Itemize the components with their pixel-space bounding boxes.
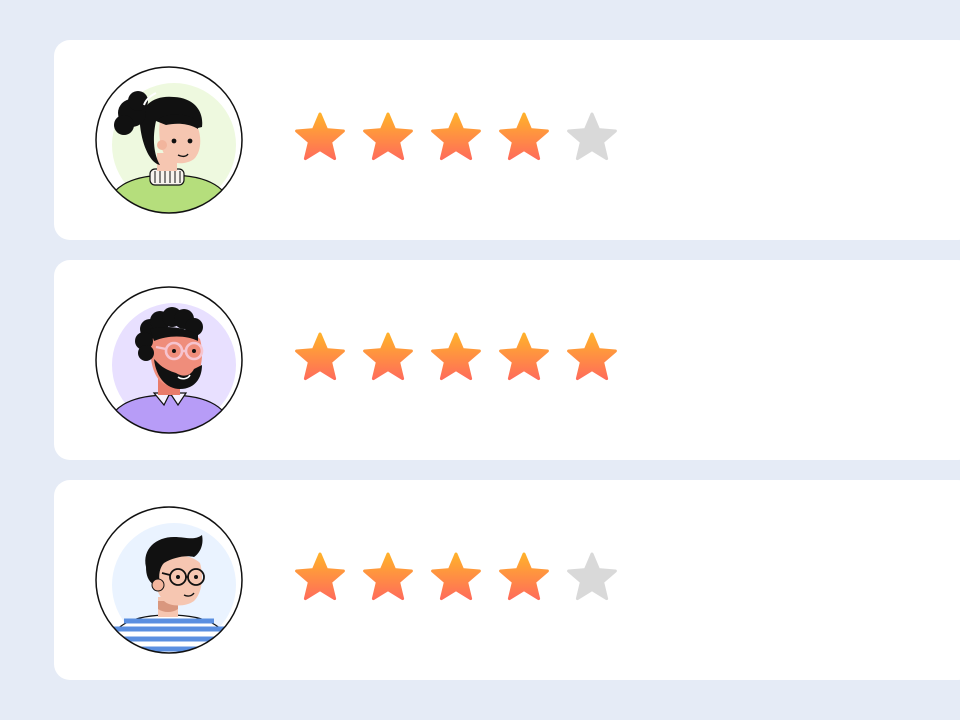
avatar [94, 285, 244, 435]
star-filled-icon [496, 330, 552, 386]
review-card [54, 480, 960, 680]
star-rating [292, 110, 620, 166]
star-filled-icon [292, 550, 348, 606]
star-filled-icon [292, 110, 348, 166]
review-card [54, 40, 960, 240]
man-with-round-glasses-avatar [95, 506, 243, 654]
star-filled-icon [428, 330, 484, 386]
star-rating [292, 330, 620, 386]
star-filled-icon [360, 110, 416, 166]
star-filled-icon [428, 110, 484, 166]
star-filled-icon [496, 550, 552, 606]
star-empty-icon [564, 550, 620, 606]
bearded-man-with-glasses-avatar [95, 286, 243, 434]
woman-with-bun-avatar [95, 66, 243, 214]
review-card [54, 260, 960, 460]
star-filled-icon [564, 330, 620, 386]
star-filled-icon [292, 330, 348, 386]
avatar [94, 65, 244, 215]
star-filled-icon [360, 330, 416, 386]
reviews-page [0, 0, 960, 720]
star-empty-icon [564, 110, 620, 166]
star-filled-icon [360, 550, 416, 606]
star-rating [292, 550, 620, 606]
avatar [94, 505, 244, 655]
star-filled-icon [496, 110, 552, 166]
star-filled-icon [428, 550, 484, 606]
